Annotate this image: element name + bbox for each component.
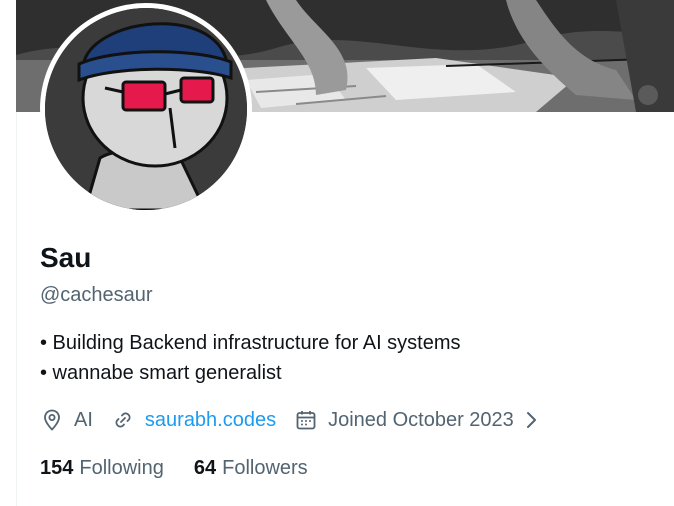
- location-pin-icon: [44, 409, 60, 431]
- joined-text: Joined October 2023: [328, 408, 514, 431]
- following-stat[interactable]: 154 Following: [40, 455, 164, 481]
- bio-line: • Building Backend infrastructure for AI…: [40, 332, 461, 354]
- left-border: [16, 112, 17, 506]
- avatar-illustration: [45, 8, 247, 210]
- location-text: AI: [74, 408, 93, 431]
- following-label: Following: [79, 457, 164, 479]
- following-count: 154: [40, 457, 74, 479]
- meta-joined[interactable]: Joined October 2023: [294, 408, 554, 432]
- chevron-right-icon[interactable]: [520, 408, 544, 432]
- avatar[interactable]: [45, 8, 247, 210]
- meta-website[interactable]: saurabh.codes: [111, 408, 276, 432]
- profile-handle: @cachesaur: [40, 284, 153, 306]
- calendar-icon: [296, 411, 316, 430]
- followers-label: Followers: [222, 457, 308, 479]
- profile-page: Sau @cachesaur • Building Backend infras…: [0, 0, 674, 506]
- profile-bio: • Building Backend infrastructure for AI…: [40, 328, 461, 388]
- followers-stat[interactable]: 64 Followers: [194, 455, 308, 481]
- profile-stats: 154 Following 64 Followers: [40, 455, 338, 481]
- bio-line: • wannabe smart generalist: [40, 362, 282, 384]
- followers-count: 64: [193, 457, 217, 479]
- link-icon: [115, 412, 131, 428]
- avatar-frame[interactable]: [40, 3, 252, 215]
- profile-name: Sau: [40, 242, 92, 273]
- profile-meta: AI saurabh.codes Joined October 2023: [40, 404, 572, 436]
- website-link[interactable]: saurabh.codes: [145, 409, 276, 432]
- meta-location: AI: [40, 408, 93, 432]
